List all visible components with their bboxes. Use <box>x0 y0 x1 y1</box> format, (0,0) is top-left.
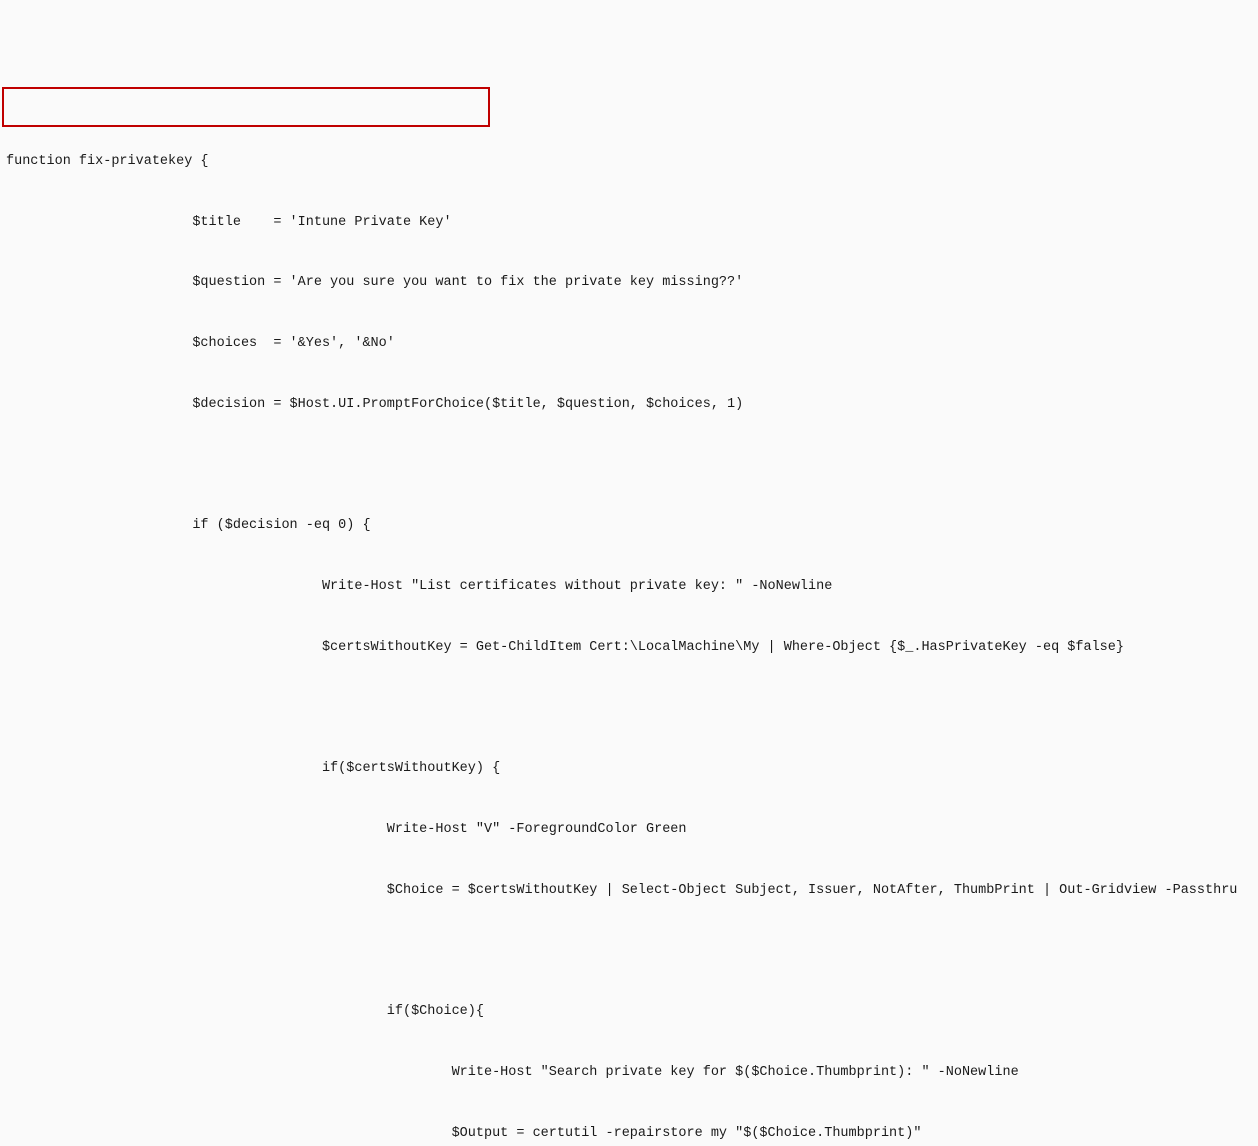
code-line: $question = 'Are you sure you want to fi… <box>6 273 1252 293</box>
code-line: Write-Host "Search private key for $($Ch… <box>6 1063 1252 1083</box>
code-line: $certsWithoutKey = Get-ChildItem Cert:\L… <box>6 638 1252 658</box>
code-block: function fix-privatekey { $title = 'Intu… <box>6 91 1252 1146</box>
code-line <box>6 456 1252 476</box>
code-line: Write-Host "V" -ForegroundColor Green <box>6 820 1252 840</box>
code-line: $Output = certutil -repairstore my "$($C… <box>6 1124 1252 1144</box>
code-line: $choices = '&Yes', '&No' <box>6 334 1252 354</box>
code-line: Write-Host "List certificates without pr… <box>6 577 1252 597</box>
code-line: $Choice = $certsWithoutKey | Select-Obje… <box>6 881 1252 901</box>
highlight-annotation <box>2 87 490 127</box>
code-line: if ($decision -eq 0) { <box>6 516 1252 536</box>
code-line <box>6 942 1252 962</box>
code-line: if($certsWithoutKey) { <box>6 759 1252 779</box>
code-line: $decision = $Host.UI.PromptForChoice($ti… <box>6 395 1252 415</box>
code-line <box>6 699 1252 719</box>
code-line: function fix-privatekey { <box>6 152 1252 172</box>
code-line: $title = 'Intune Private Key' <box>6 213 1252 233</box>
code-line: if($Choice){ <box>6 1002 1252 1022</box>
